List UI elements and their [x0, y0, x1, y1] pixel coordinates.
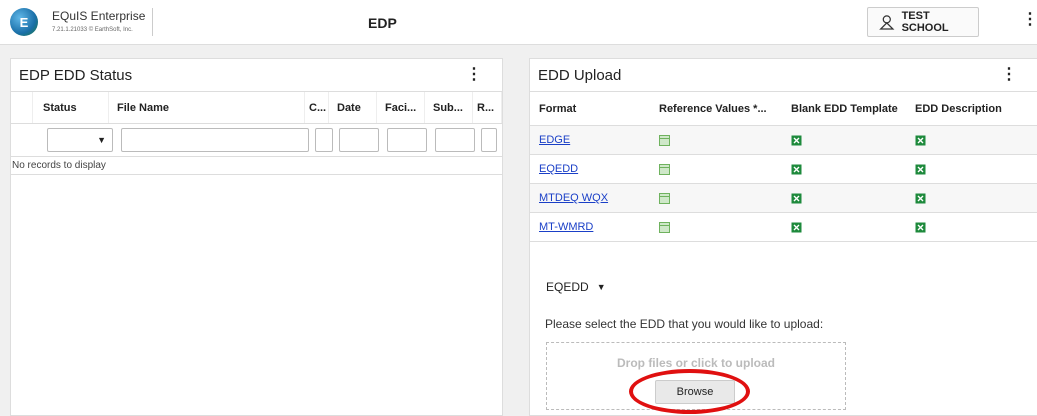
grid-spacer	[11, 92, 33, 123]
organization-label: TEST SCHOOL	[901, 10, 949, 34]
column-c[interactable]: C...	[305, 92, 329, 123]
excel-template-icon[interactable]	[791, 164, 802, 175]
header-divider	[152, 8, 153, 36]
subfacility-filter-input[interactable]	[435, 128, 475, 152]
excel-description-icon[interactable]	[915, 193, 926, 204]
column-date[interactable]: Date	[329, 92, 377, 123]
chevron-down-icon: ▼	[97, 135, 106, 145]
column-subfacility[interactable]: Sub...	[425, 92, 473, 123]
column-reference-values[interactable]: Reference Values *...	[650, 91, 782, 126]
edd-status-title: EDP EDD Status	[19, 66, 133, 84]
table-row: MT-WMRD	[530, 212, 1037, 242]
selected-format-label: EQEDD	[546, 280, 589, 294]
edd-status-panel: EDP EDD Status ⋮ Status File Name C... D…	[10, 58, 503, 416]
filter-spacer	[11, 124, 43, 156]
edd-upload-title: EDD Upload	[538, 66, 622, 84]
caret-down-icon: ▼	[596, 282, 606, 292]
column-facility[interactable]: Faci...	[377, 92, 425, 123]
column-edd-description[interactable]: EDD Description	[906, 91, 1037, 126]
column-blank-edd-template[interactable]: Blank EDD Template	[782, 91, 906, 126]
table-row: EDGE	[530, 125, 1037, 155]
column-file-name[interactable]: File Name	[109, 92, 305, 123]
app-version: 7.21.1.21033 © EarthSoft, Inc.	[52, 27, 133, 33]
facility-filter-input[interactable]	[387, 128, 427, 152]
status-grid-header: Status File Name C... Date Faci... Sub..…	[11, 91, 502, 124]
status-filter-dropdown[interactable]: ▼	[47, 128, 113, 152]
reference-values-icon[interactable]	[659, 221, 670, 233]
file-name-filter-input[interactable]	[121, 128, 309, 152]
excel-template-icon[interactable]	[791, 193, 802, 204]
status-panel-menu-icon[interactable]: ⋮	[466, 67, 482, 83]
dropzone-text: Drop files or click to upload	[616, 356, 776, 370]
c-filter-input[interactable]	[315, 128, 333, 152]
excel-template-icon[interactable]	[791, 135, 802, 146]
format-table: Format Reference Values *... Blank EDD T…	[530, 91, 1037, 242]
table-row: MTDEQ WQX	[530, 183, 1037, 213]
reference-values-icon[interactable]	[659, 163, 670, 175]
edd-upload-panel: EDD Upload ⋮ Format Reference Values *..…	[529, 58, 1037, 416]
page-title: EDP	[368, 15, 397, 31]
excel-description-icon[interactable]	[915, 222, 926, 233]
format-link-edge[interactable]: EDGE	[539, 134, 570, 146]
format-select-dropdown[interactable]: EQEDD ▼	[546, 280, 606, 294]
upload-prompt: Please select the EDD that you would lik…	[545, 317, 824, 331]
equis-logo[interactable]: E	[10, 8, 38, 36]
no-records-message: No records to display	[11, 157, 502, 175]
upload-panel-menu-icon[interactable]: ⋮	[1001, 67, 1017, 83]
top-bar: E EQuIS Enterprise 7.21.1.21033 © EarthS…	[0, 0, 1037, 45]
more-options-icon[interactable]: ⋮	[1022, 12, 1037, 28]
format-link-eqedd[interactable]: EQEDD	[539, 163, 578, 175]
date-filter-input[interactable]	[339, 128, 379, 152]
column-r[interactable]: R...	[473, 92, 502, 123]
column-format[interactable]: Format	[530, 91, 650, 126]
reference-values-icon[interactable]	[659, 192, 670, 204]
reference-values-icon[interactable]	[659, 134, 670, 146]
highlight-ring-annotation	[629, 369, 750, 414]
organization-button[interactable]: TEST SCHOOL	[867, 7, 979, 37]
column-status[interactable]: Status	[33, 92, 109, 123]
format-link-mtdeq-wqx[interactable]: MTDEQ WQX	[539, 192, 608, 204]
table-row: EQEDD	[530, 154, 1037, 184]
excel-template-icon[interactable]	[791, 222, 802, 233]
r-filter-input[interactable]	[481, 128, 497, 152]
app-name: EQuIS Enterprise	[52, 9, 146, 23]
user-icon	[879, 15, 895, 30]
excel-description-icon[interactable]	[915, 135, 926, 146]
status-filter-row: ▼	[11, 124, 502, 157]
excel-description-icon[interactable]	[915, 164, 926, 175]
format-link-mt-wmrd[interactable]: MT-WMRD	[539, 221, 593, 233]
